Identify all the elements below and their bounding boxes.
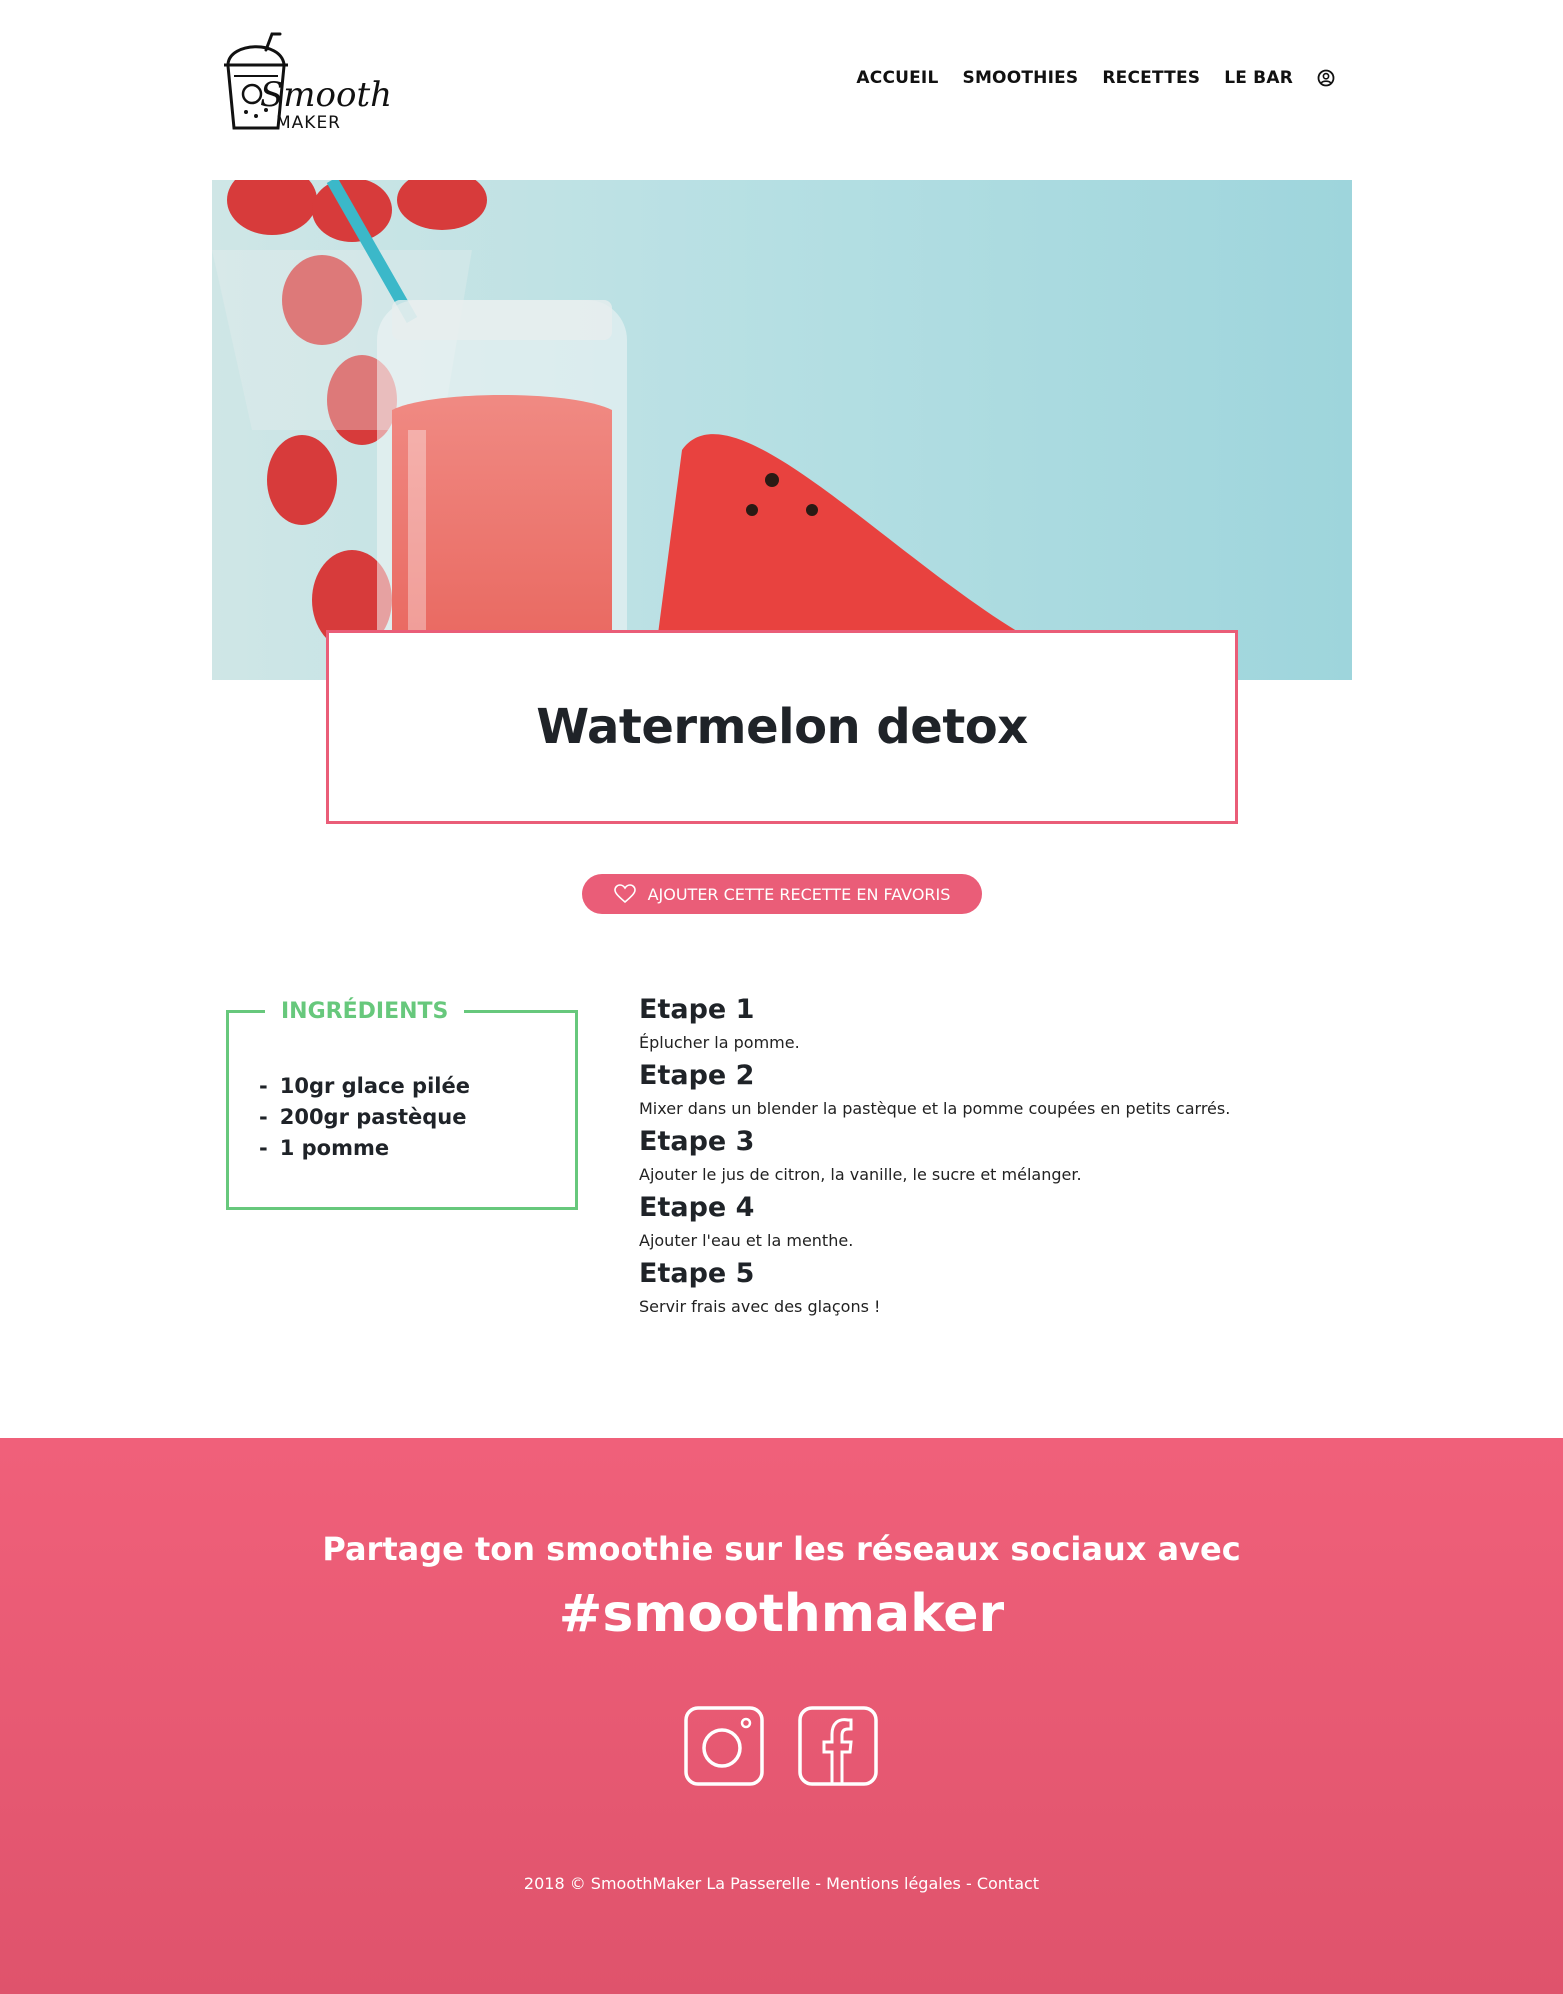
ingredient-item: -10gr glace pilée [259, 1074, 470, 1098]
nav-recettes[interactable]: RECETTES [1102, 68, 1200, 88]
svg-text:MAKER: MAKER [276, 113, 341, 133]
step-1: Etape 1 Éplucher la pomme. [639, 992, 1339, 1058]
step-title: Etape 3 [639, 1126, 755, 1157]
share-text: Partage ton smoothie sur les réseaux soc… [322, 1530, 1241, 1568]
step-text: Ajouter l'eau et la menthe. [639, 1231, 854, 1250]
step-3: Etape 3 Ajouter le jus de citron, la van… [639, 1124, 1339, 1190]
recipe-title-box: Watermelon detox [326, 630, 1238, 824]
user-circle-icon[interactable] [1317, 69, 1335, 87]
ingredients-title: INGRÉDIENTS [265, 999, 465, 1024]
step-title: Etape 1 [639, 994, 755, 1025]
main-nav: ACCUEIL SMOOTHIES RECETTES LE BAR [832, 68, 1335, 88]
nav-smoothies[interactable]: SMOOTHIES [963, 68, 1079, 88]
add-favorite-label: AJOUTER CETTE RECETTE EN FAVORIS [647, 884, 951, 904]
step-5: Etape 5 Servir frais avec des glaçons ! [639, 1256, 1339, 1322]
site-header: Smooth MAKER ACCUEIL SMOOTHIES RECETTES … [0, 0, 1563, 170]
step-2: Etape 2 Mixer dans un blender la pastèqu… [639, 1058, 1339, 1124]
step-title: Etape 2 [639, 1060, 755, 1091]
step-title: Etape 4 [639, 1192, 755, 1223]
logo-cup-icon: Smooth MAKER [224, 32, 392, 133]
ingredients-box: INGRÉDIENTS -10gr glace pilée -200gr pas… [226, 999, 578, 1210]
smoothie-photo [212, 180, 1352, 680]
hero-image [212, 180, 1352, 680]
nav-accueil[interactable]: ACCUEIL [856, 68, 938, 88]
svg-text:Smooth: Smooth [260, 75, 392, 115]
ingredient-item: -1 pomme [259, 1136, 390, 1160]
step-text: Mixer dans un blender la pastèque et la … [639, 1099, 1231, 1118]
hashtag: #smoothmaker [558, 1584, 1005, 1644]
step-4: Etape 4 Ajouter l'eau et la menthe. [639, 1190, 1339, 1256]
recipe-title: Watermelon detox [536, 699, 1028, 755]
site-footer: Partage ton smoothie sur les réseaux soc… [0, 1438, 1563, 1994]
step-text: Éplucher la pomme. [639, 1033, 800, 1052]
smoothmaker-logo[interactable]: Smooth MAKER [222, 28, 392, 134]
heart-icon [613, 884, 636, 904]
recipe-steps: Etape 1 Éplucher la pomme. Etape 2 Mixer… [639, 992, 1339, 1322]
step-text: Ajouter le jus de citron, la vanille, le… [639, 1165, 1082, 1184]
step-text: Servir frais avec des glaçons ! [639, 1297, 881, 1316]
step-title: Etape 5 [639, 1258, 755, 1289]
add-favorite-button[interactable]: AJOUTER CETTE RECETTE EN FAVORIS [582, 874, 982, 914]
ingredient-item: -200gr pastèque [259, 1105, 467, 1129]
nav-le-bar[interactable]: LE BAR [1224, 68, 1293, 88]
instagram-icon[interactable] [684, 1706, 764, 1786]
copyright[interactable]: 2018 © SmoothMaker La Passerelle - Menti… [0, 1874, 1563, 1893]
facebook-icon[interactable] [798, 1706, 878, 1786]
ingredients-list: -10gr glace pilée -200gr pastèque -1 pom… [259, 1071, 470, 1164]
social-links [684, 1706, 878, 1786]
